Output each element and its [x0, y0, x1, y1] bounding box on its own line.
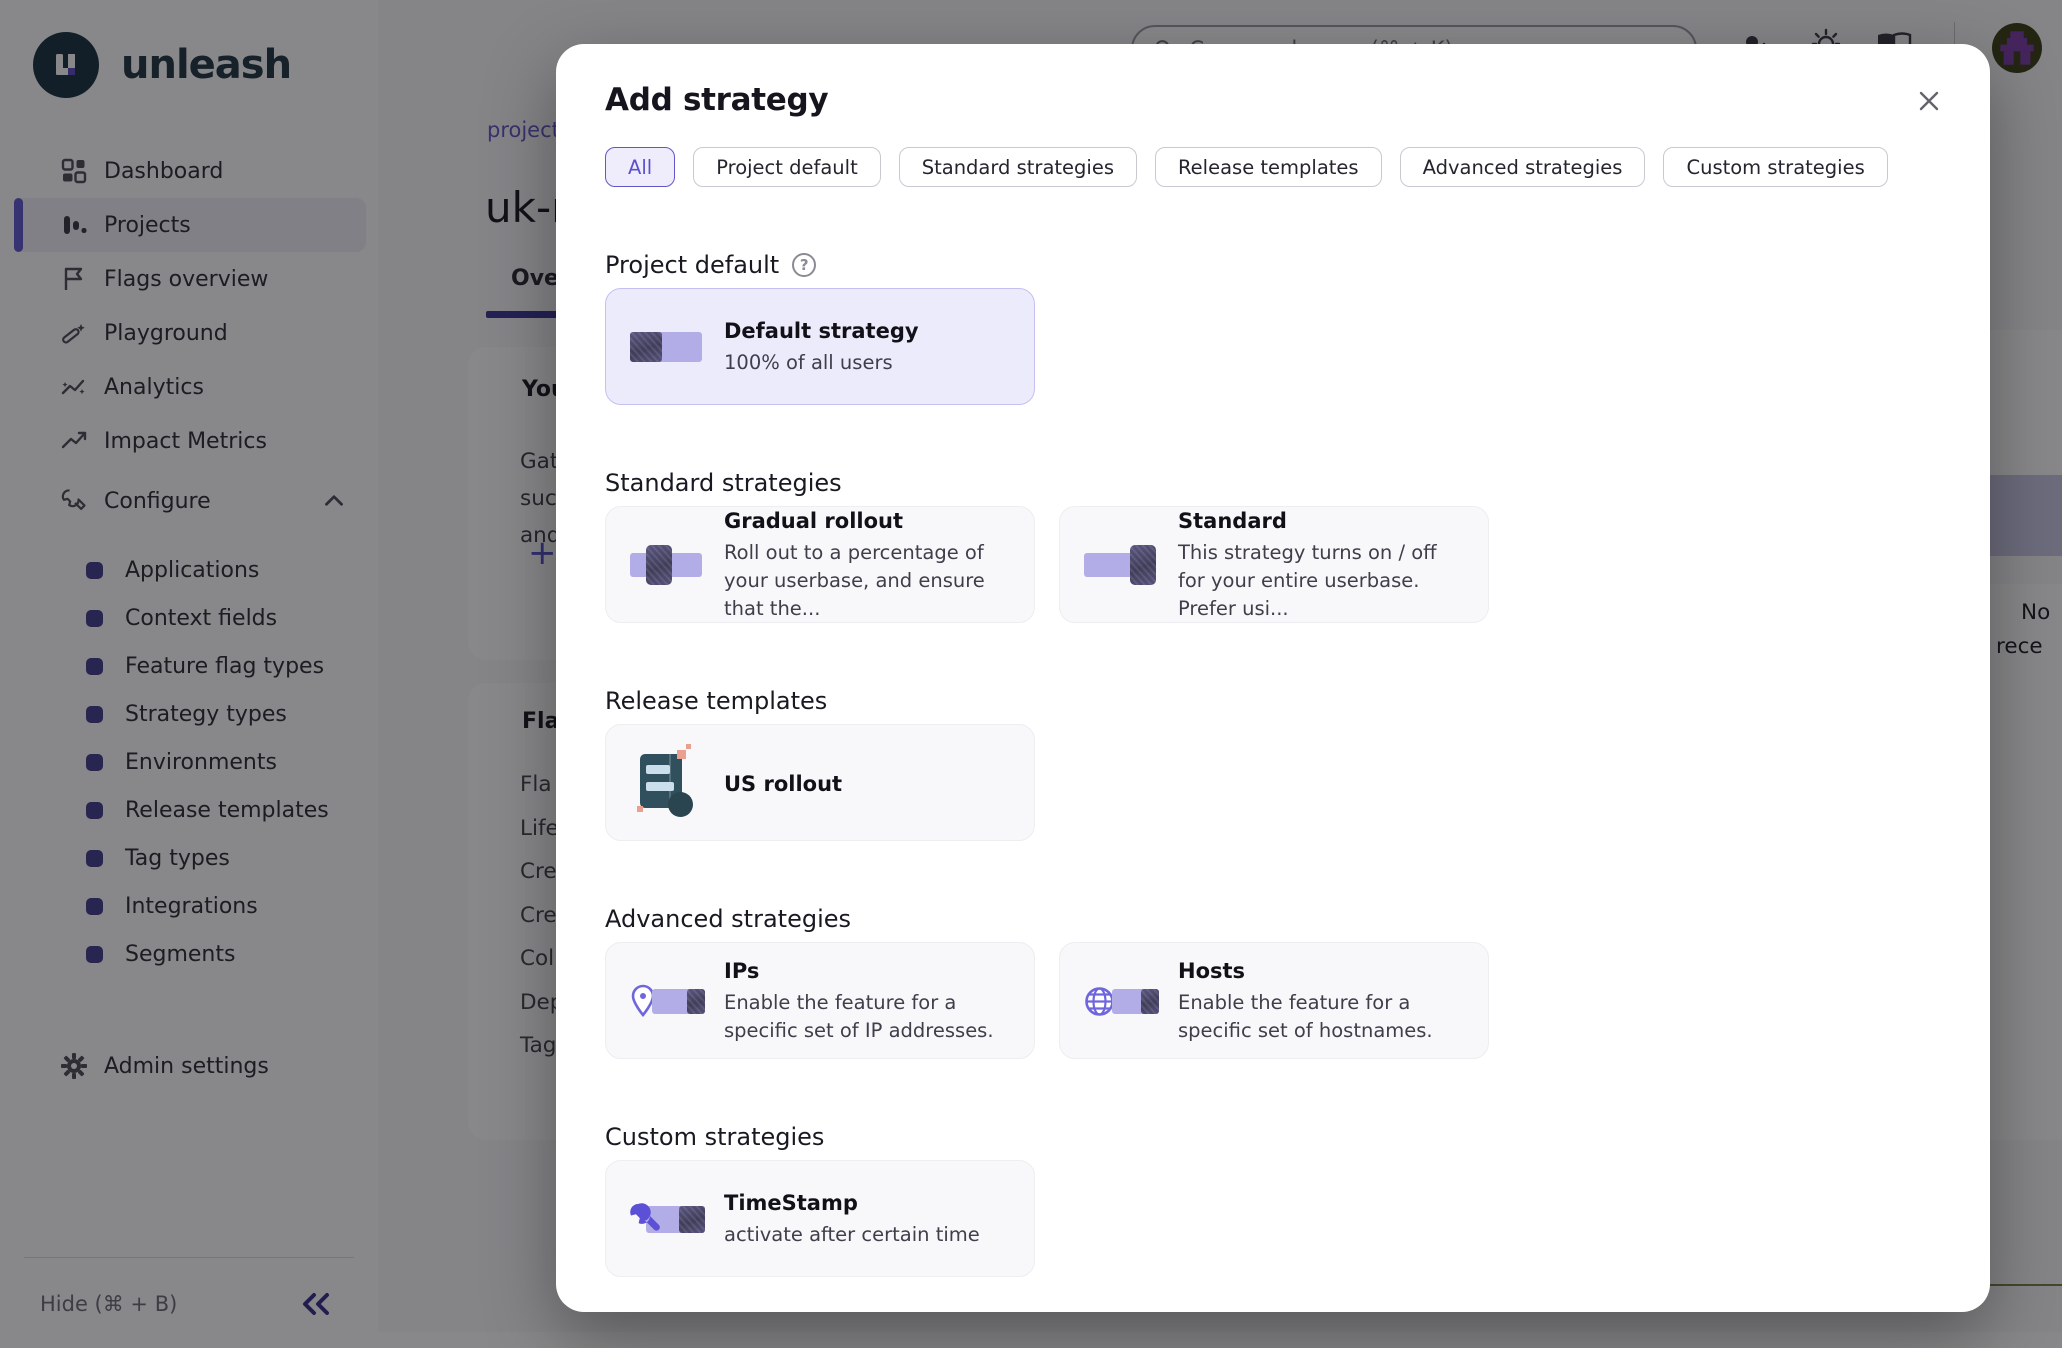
- section-heading-project-default: Project default ?: [605, 251, 1942, 279]
- strategy-title: IPs: [724, 959, 1014, 983]
- strategy-description: 100% of all users: [724, 349, 1014, 377]
- strategy-title: Default strategy: [724, 319, 1014, 343]
- strategy-card-ips[interactable]: IPs Enable the feature for a specific se…: [605, 942, 1035, 1059]
- strategy-title: Hosts: [1178, 959, 1468, 983]
- strategy-description: Roll out to a percentage of your userbas…: [724, 539, 1014, 623]
- strategy-title: TimeStamp: [724, 1191, 1014, 1215]
- section-heading-advanced-strategies: Advanced strategies: [605, 905, 1942, 933]
- modal-title: Add strategy: [605, 82, 1942, 118]
- section-heading-label: Standard strategies: [605, 469, 842, 497]
- rollout-slider-icon: [630, 545, 702, 585]
- strategy-description: activate after certain time: [724, 1221, 1014, 1249]
- strategy-title: Standard: [1178, 509, 1468, 533]
- strategy-card-standard[interactable]: Standard This strategy turns on / off fo…: [1059, 506, 1489, 623]
- filter-chip-advanced-strategies[interactable]: Advanced strategies: [1400, 147, 1646, 187]
- strategy-description: Enable the feature for a specific set of…: [724, 989, 1014, 1045]
- filter-chip-release-templates[interactable]: Release templates: [1155, 147, 1382, 187]
- section-heading-standard-strategies: Standard strategies: [605, 469, 1942, 497]
- filter-chip-standard-strategies[interactable]: Standard strategies: [899, 147, 1137, 187]
- rollout-bar-icon: [630, 327, 702, 367]
- strategy-card-timestamp[interactable]: TimeStamp activate after certain time: [605, 1160, 1035, 1277]
- strategy-card-default-strategy[interactable]: Default strategy 100% of all users: [605, 288, 1035, 405]
- strategy-title: Gradual rollout: [724, 509, 1014, 533]
- ip-pin-icon: [630, 981, 708, 1021]
- filter-chip-custom-strategies[interactable]: Custom strategies: [1663, 147, 1887, 187]
- close-icon[interactable]: [1914, 86, 1944, 116]
- template-title: US rollout: [724, 772, 1014, 796]
- filter-chip-all[interactable]: All: [605, 147, 675, 187]
- strategy-description: This strategy turns on / off for your en…: [1178, 539, 1468, 623]
- add-strategy-modal: Add strategy All Project default Standar…: [556, 44, 1990, 1312]
- release-template-icon: [630, 750, 696, 816]
- custom-wrench-icon: [630, 1199, 708, 1239]
- app-window: unleash Dashboard Projects: [0, 0, 2062, 1348]
- rollout-slider-icon: [1084, 545, 1156, 585]
- strategy-description: Enable the feature for a specific set of…: [1178, 989, 1468, 1045]
- section-heading-label: Release templates: [605, 687, 827, 715]
- filter-chip-project-default[interactable]: Project default: [693, 147, 881, 187]
- section-heading-custom-strategies: Custom strategies: [605, 1123, 1942, 1151]
- section-heading-label: Project default: [605, 251, 779, 279]
- strategy-filter-chips: All Project default Standard strategies …: [605, 147, 1942, 187]
- template-card-us-rollout[interactable]: US rollout: [605, 724, 1035, 841]
- strategy-card-hosts[interactable]: Hosts Enable the feature for a specific …: [1059, 942, 1489, 1059]
- section-heading-label: Custom strategies: [605, 1123, 824, 1151]
- help-icon[interactable]: ?: [792, 253, 816, 277]
- section-heading-release-templates: Release templates: [605, 687, 1942, 715]
- globe-icon: [1084, 981, 1162, 1021]
- section-heading-label: Advanced strategies: [605, 905, 851, 933]
- strategy-card-gradual-rollout[interactable]: Gradual rollout Roll out to a percentage…: [605, 506, 1035, 623]
